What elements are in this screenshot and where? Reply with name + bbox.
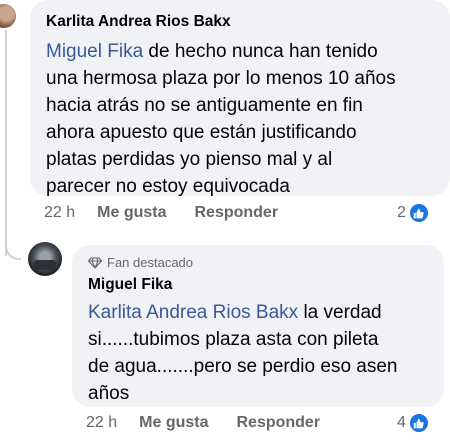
diamond-icon [88,257,102,269]
comment-reactions[interactable]: 2 [397,204,428,222]
reply-avatar[interactable] [28,242,62,276]
comment-author[interactable]: Karlita Andrea Rios Bakx [46,12,434,32]
reply-text-line-3: de agua.......pero se perdio eso asen [88,356,398,377]
reply-text: Karlita Andrea Rios Bakx la verdad si...… [88,299,428,407]
reply-thread-connector [5,232,21,260]
reply-text-line-4: años [88,383,130,404]
commenter-avatar[interactable] [0,4,16,28]
like-icon [409,414,428,432]
comment-mention[interactable]: Miguel Fika [46,41,143,62]
reply-like-button[interactable]: Me gusta [139,414,208,432]
top-fan-label: Fan destacado [107,255,194,270]
reply-actions: 22 h Me gusta Responder [86,414,348,432]
reply-timestamp[interactable]: 22 h [86,414,117,432]
comment-like-button[interactable]: Me gusta [97,204,166,222]
reply-reaction-count: 4 [397,414,406,431]
reply-text-line-1: la verdad [298,302,382,323]
comment-actions: 22 h Me gusta Responder [44,204,306,222]
comment-text-line-1: de hecho nunca han tenido [143,41,378,62]
reply-text-line-2: si......tubimos plaza asta con pileta [88,329,379,350]
top-fan-badge: Fan destacado [88,255,428,271]
reply-reactions[interactable]: 4 [397,414,428,432]
comment-text-line-6: parecer no estoy equivocada [46,176,290,197]
comment-text-line-3: hacia atrás no se antiguamente en fin [46,95,363,116]
comment-text-line-2: una hermosa plaza por lo menos 10 años [46,68,396,89]
thread-line [5,30,7,256]
comment-reply-button[interactable]: Responder [194,204,278,222]
reply-reply-button[interactable]: Responder [236,414,320,432]
comment-timestamp[interactable]: 22 h [44,204,75,222]
reply-bubble: Fan destacado Miguel Fika Karlita Andrea… [72,245,444,407]
reply-author[interactable]: Miguel Fika [88,275,428,295]
comment-text: Miguel Fika de hecho nunca han tenido un… [46,38,434,200]
like-icon [409,204,428,222]
comment-bubble: Karlita Andrea Rios Bakx Miguel Fika de … [30,0,450,197]
comment-text-line-4: ahora apuesto que están justificando [46,122,357,143]
reply-mention[interactable]: Karlita Andrea Rios Bakx [88,302,298,323]
comment-reaction-count: 2 [397,204,406,221]
comment-text-line-5: platas perdidas yo pienso mal y al [46,149,333,170]
